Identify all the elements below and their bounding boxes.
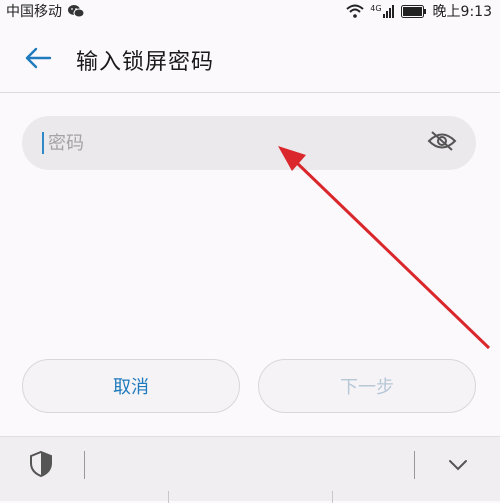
status-right: 4G 晚上9:13 [346, 1, 492, 21]
header-divider [0, 92, 500, 93]
toolbar-divider [414, 451, 415, 479]
back-button[interactable] [18, 40, 58, 80]
status-bar: 中国移动 4G 晚上9:13 [0, 0, 500, 22]
signal-icon: 4G [370, 4, 394, 18]
toggle-visibility-button[interactable] [422, 123, 462, 163]
toolbar-divider [84, 451, 85, 479]
collapse-keyboard-button[interactable] [440, 451, 476, 481]
carrier-label: 中国移动 [6, 4, 62, 20]
password-input[interactable] [46, 131, 422, 155]
key-divider [332, 491, 333, 503]
eye-hidden-icon [427, 130, 457, 156]
wechat-icon [68, 4, 84, 18]
secure-keyboard-button[interactable] [26, 450, 56, 482]
next-button[interactable]: 下一步 [258, 359, 476, 413]
cancel-button[interactable]: 取消 [22, 359, 240, 413]
clock: 晚上9:13 [432, 4, 492, 20]
shield-icon [29, 450, 53, 482]
text-caret [42, 132, 44, 154]
keyboard-toolbar [0, 436, 500, 503]
battery-icon [400, 4, 427, 18]
chevron-down-icon [447, 457, 469, 476]
password-field[interactable] [22, 116, 476, 170]
page-title: 输入锁屏密码 [76, 50, 215, 75]
key-divider [168, 491, 169, 503]
status-left: 中国移动 [6, 1, 84, 21]
network-type-label: 4G [370, 4, 382, 13]
back-arrow-icon [24, 46, 52, 74]
wifi-icon [346, 4, 364, 18]
app-bar: 输入锁屏密码 [0, 30, 500, 90]
